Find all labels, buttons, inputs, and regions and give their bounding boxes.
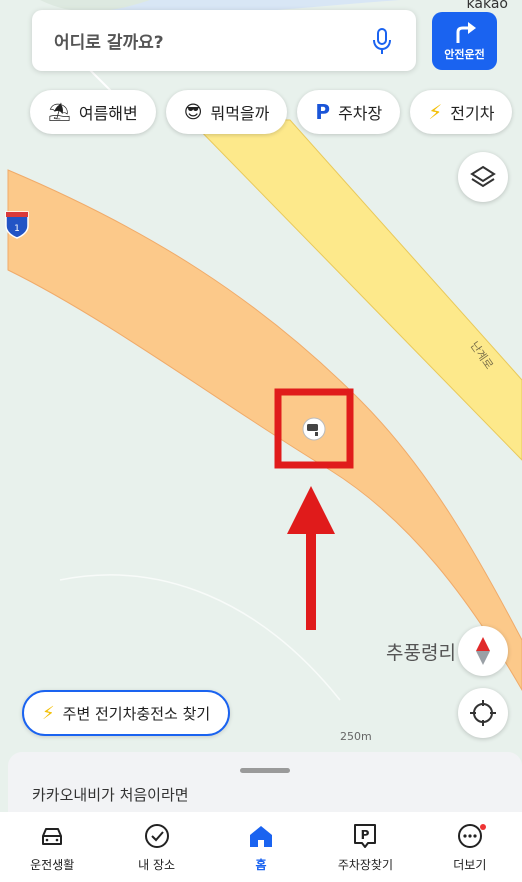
svg-text:P: P	[361, 828, 370, 842]
crosshair-icon	[470, 700, 496, 726]
tab-more[interactable]: 더보기	[418, 812, 522, 882]
find-ev-charger-label: 주변 전기차충전소 찾기	[62, 704, 211, 723]
current-location-button[interactable]	[458, 688, 508, 738]
highway-shield-number: 1	[14, 224, 20, 234]
sunglasses-face-icon: 😎	[183, 101, 203, 123]
chip-what-to-eat[interactable]: 😎 뭐먹을까	[165, 90, 288, 134]
car-icon	[42, 827, 63, 845]
safe-drive-label: 안전운전	[444, 47, 485, 61]
layers-button[interactable]	[458, 152, 508, 202]
safe-drive-button[interactable]: 안전운전	[432, 12, 497, 70]
lightning-icon: ⚡	[428, 100, 443, 124]
layers-icon	[470, 165, 496, 188]
beach-umbrella-icon: ⛱	[48, 101, 71, 123]
turn-right-arrow-icon	[456, 21, 476, 43]
parking-icon: P	[315, 100, 331, 124]
home-icon	[250, 825, 273, 847]
sheet-title: 카카오내비가 처음이라면	[32, 786, 189, 804]
map-scale: 250m	[340, 730, 372, 743]
tab-my-places[interactable]: 내 장소	[104, 812, 208, 882]
tab-driving-life[interactable]: 운전생활	[0, 812, 104, 882]
search-bar[interactable]: 어디로 갈까요?	[32, 10, 416, 71]
tab-home[interactable]: 홈	[209, 812, 313, 882]
category-chips: ⛱ 여름해변 😎 뭐먹을까 P 주차장 ⚡ 전기차	[30, 90, 513, 134]
parking-sign-icon: P	[354, 823, 377, 848]
highway-shield-icon: 1	[5, 211, 29, 239]
microphone-icon[interactable]	[370, 27, 394, 55]
chip-label: 주차장	[338, 104, 383, 123]
place-name-label: 추풍령리	[386, 642, 456, 664]
notification-dot	[479, 824, 486, 830]
tab-label: 운전생활	[30, 857, 75, 872]
tab-find-parking[interactable]: P 주차장찾기	[313, 812, 417, 882]
check-badge-icon	[144, 823, 169, 848]
find-ev-charger-button[interactable]: ⚡ 주변 전기차충전소 찾기	[22, 690, 231, 736]
chip-summer-beach[interactable]: ⛱ 여름해변	[30, 90, 156, 134]
tab-label: 내 장소	[138, 857, 176, 872]
bottom-tab-bar: 운전생활 내 장소 홈 P 주차장찾기 더보기	[0, 812, 522, 882]
chip-parking[interactable]: P 주차장	[297, 90, 401, 134]
search-placeholder: 어디로 갈까요?	[54, 33, 164, 53]
compass-button[interactable]	[458, 626, 508, 676]
chip-ev[interactable]: ⚡ 전기차	[410, 90, 513, 134]
tab-label: 홈	[255, 857, 267, 872]
brand-label: kakao	[466, 0, 508, 12]
chip-label: 뭐먹을까	[210, 104, 270, 123]
chip-label: 전기차	[450, 104, 495, 123]
tab-label: 주차장찾기	[337, 857, 394, 872]
compass-icon	[476, 637, 490, 665]
tab-label: 더보기	[453, 857, 487, 872]
lightning-icon: ⚡	[42, 702, 55, 724]
chip-label: 여름해변	[78, 104, 138, 123]
sheet-drag-handle[interactable]	[240, 768, 290, 773]
